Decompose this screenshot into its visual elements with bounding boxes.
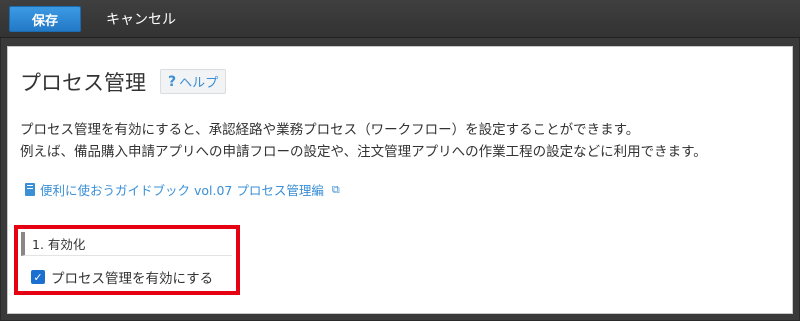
- page-title: プロセス管理: [20, 71, 146, 95]
- save-button[interactable]: 保存: [9, 6, 81, 32]
- enable-process-checkbox[interactable]: ✓: [31, 270, 45, 284]
- external-link-icon: ⧉: [331, 182, 340, 196]
- top-toolbar: 保存 キャンセル: [0, 0, 800, 38]
- help-label: ヘルプ: [179, 76, 219, 91]
- help-button[interactable]: ? ヘルプ: [160, 69, 227, 94]
- enable-process-checkbox-row[interactable]: ✓ プロセス管理を有効にする: [31, 267, 213, 287]
- book-icon: [25, 183, 35, 196]
- settings-panel: プロセス管理 ? ヘルプ プロセス管理を有効にすると、承認経路や業務プロセス（ワ…: [7, 46, 793, 314]
- description-line-2: 例えば、備品購入申請アプリへの申請フローの設定や、注文管理アプリへの作業工程の設…: [20, 144, 707, 160]
- guidebook-link[interactable]: 便利に使おうガイドブック vol.07 プロセス管理編 ⧉: [25, 180, 340, 199]
- guidebook-link-label: 便利に使おうガイドブック vol.07 プロセス管理編: [40, 183, 324, 198]
- description: プロセス管理を有効にすると、承認経路や業務プロセス（ワークフロー）を設定すること…: [20, 119, 790, 163]
- section-heading: 1. 有効化: [21, 232, 232, 256]
- help-icon: ?: [168, 73, 177, 90]
- cancel-button[interactable]: キャンセル: [106, 6, 176, 32]
- enable-process-label: プロセス管理を有効にする: [51, 271, 214, 287]
- description-line-1: プロセス管理を有効にすると、承認経路や業務プロセス（ワークフロー）を設定すること…: [20, 122, 640, 138]
